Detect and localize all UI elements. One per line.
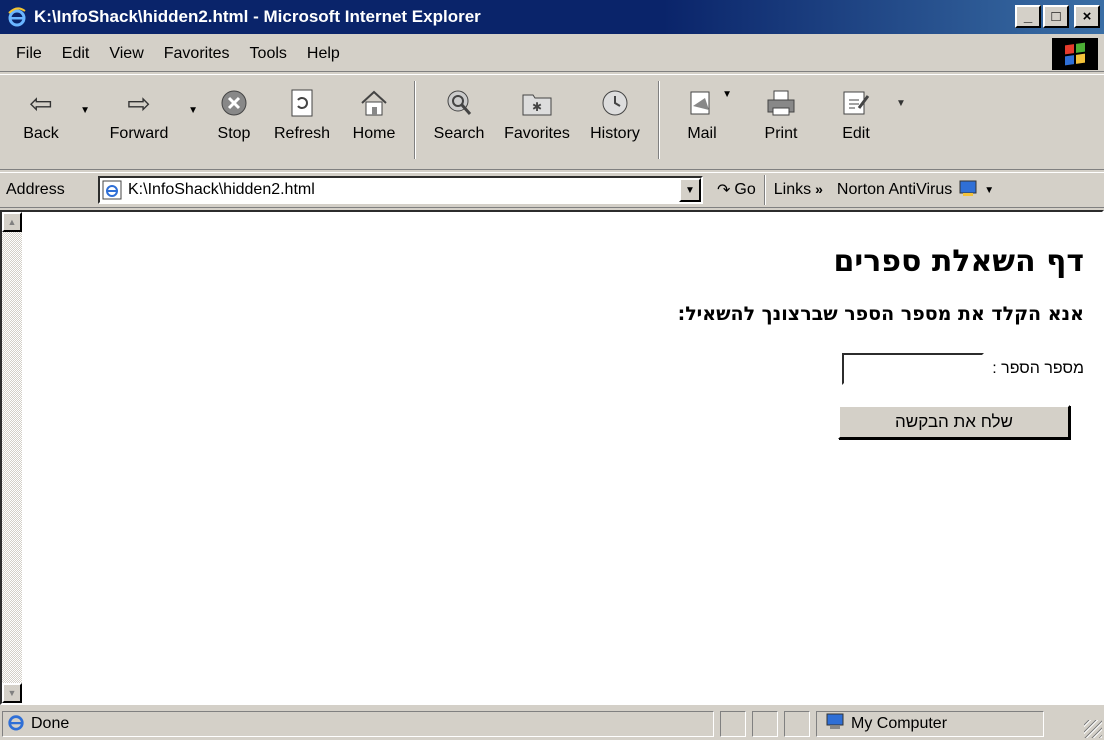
norton-label: Norton AntiVirus — [836, 181, 953, 198]
refresh-icon — [289, 81, 315, 125]
status-cell — [720, 711, 746, 737]
address-input[interactable]: K:\InfoShack\hidden2.html ▼ — [98, 176, 703, 204]
menu-tools[interactable]: Tools — [240, 45, 297, 63]
go-label: Go — [734, 181, 756, 198]
edit-icon — [841, 81, 871, 125]
norton-antivirus-button[interactable]: Norton AntiVirus ▼ — [837, 178, 994, 203]
history-icon — [600, 81, 630, 125]
refresh-button[interactable]: Refresh — [262, 81, 342, 159]
favorites-folder-icon: ✱ — [521, 81, 553, 125]
norton-icon — [958, 178, 978, 203]
favorites-button[interactable]: ✱ Favorites — [494, 81, 580, 159]
mail-button[interactable]: Mail ▼ — [668, 81, 736, 159]
menu-edit[interactable]: Edit — [52, 45, 100, 63]
book-number-label: מספר הספר : — [992, 360, 1084, 377]
home-label: Home — [352, 125, 396, 142]
close-button[interactable]: × — [1074, 5, 1100, 28]
menu-help[interactable]: Help — [297, 45, 350, 63]
page-icon — [102, 180, 122, 200]
links-button[interactable]: Links» — [774, 181, 823, 199]
toolbar-more-button[interactable]: ▼ — [886, 81, 916, 159]
ie-icon — [6, 6, 28, 28]
stop-button[interactable]: Stop — [206, 81, 262, 159]
page-viewport: ▲ ▼ דף השאלת ספרים אנא הקלד את מספר הספר… — [0, 210, 1104, 705]
mail-dropdown-icon[interactable]: ▼ — [722, 89, 732, 100]
links-label: Links — [773, 181, 812, 198]
edit-label: Edit — [842, 125, 870, 142]
address-bar: Address K:\InfoShack\hidden2.html ▼ ↷ Go… — [0, 172, 1104, 208]
page-content: דף השאלת ספרים אנא הקלד את מספר הספר שבר… — [24, 212, 1102, 703]
computer-icon — [825, 713, 845, 736]
home-icon — [359, 81, 389, 125]
address-label: Address — [6, 181, 65, 198]
ie-page-icon — [7, 713, 25, 736]
print-label: Print — [764, 125, 798, 142]
mail-label: Mail — [687, 125, 717, 142]
book-number-row: מספר הספר : — [24, 353, 1084, 385]
submit-request-button[interactable]: שלח את הבקשה — [838, 405, 1070, 439]
home-button[interactable]: Home — [342, 81, 406, 159]
stop-icon — [219, 81, 249, 125]
toolbar-separator — [658, 81, 660, 159]
book-number-input[interactable] — [842, 353, 985, 385]
search-label: Search — [433, 125, 485, 142]
forward-arrow-icon: ⇨ — [127, 87, 151, 119]
forward-button[interactable]: ⇨ Forward ▼ — [96, 81, 198, 159]
forward-dropdown-icon[interactable]: ▼ — [188, 105, 198, 116]
address-dropdown-icon[interactable]: ▼ — [679, 178, 701, 202]
norton-dropdown-icon[interactable]: ▼ — [984, 185, 994, 196]
close-icon: × — [1082, 8, 1092, 25]
minimize-icon: _ — [1023, 8, 1033, 25]
printer-icon — [765, 81, 797, 125]
security-zone: My Computer — [816, 711, 1044, 737]
toolbar-separator — [414, 81, 416, 159]
favorites-label: Favorites — [504, 125, 570, 142]
chevron-right-icon: » — [815, 181, 823, 197]
status-cell — [752, 711, 778, 737]
menu-file[interactable]: File — [0, 45, 52, 63]
edit-button[interactable]: Edit — [826, 81, 886, 159]
back-arrow-icon: ⇦ — [29, 87, 53, 119]
mail-icon — [687, 81, 717, 125]
search-button[interactable]: Search — [424, 81, 494, 159]
back-button[interactable]: ⇦ Back ▼ — [8, 81, 90, 159]
status-cell — [784, 711, 810, 737]
search-icon — [444, 81, 474, 125]
back-label: Back — [23, 125, 59, 142]
zone-label: My Computer — [851, 715, 948, 732]
page-heading: דף השאלת ספרים — [833, 244, 1084, 279]
chevron-down-icon: ▼ — [896, 97, 906, 109]
scroll-up-icon[interactable]: ▲ — [2, 212, 22, 232]
windows-logo-icon — [1052, 38, 1098, 70]
print-button[interactable]: Print — [736, 81, 826, 159]
stop-label: Stop — [217, 125, 251, 142]
maximize-icon: □ — [1051, 8, 1061, 25]
scroll-down-icon[interactable]: ▼ — [2, 683, 22, 703]
status-text: Done — [31, 715, 70, 732]
history-button[interactable]: History — [580, 81, 650, 159]
forward-label: Forward — [109, 125, 169, 142]
standard-toolbar: ⇦ Back ▼ ⇨ Forward ▼ Stop Refresh Home S… — [0, 74, 1104, 170]
title-bar: K:\InfoShack\hidden2.html - Microsoft In… — [0, 0, 1104, 34]
back-dropdown-icon[interactable]: ▼ — [80, 105, 90, 116]
address-separator — [763, 175, 766, 205]
history-label: History — [590, 125, 640, 142]
resize-grip-icon[interactable] — [1084, 720, 1102, 738]
minimize-button[interactable]: _ — [1015, 5, 1041, 28]
status-bar: Done My Computer — [0, 708, 1104, 740]
menu-favorites[interactable]: Favorites — [154, 45, 240, 63]
address-url: K:\InfoShack\hidden2.html — [128, 181, 315, 198]
refresh-label: Refresh — [273, 125, 331, 142]
status-main: Done — [2, 711, 714, 737]
menu-bar: File Edit View Favorites Tools Help — [0, 36, 1104, 72]
go-arrow-icon: ↷ — [717, 182, 731, 199]
vertical-scrollbar[interactable]: ▲ ▼ — [2, 212, 22, 703]
svg-text:✱: ✱ — [532, 100, 542, 114]
maximize-button[interactable]: □ — [1043, 5, 1069, 28]
menu-view[interactable]: View — [99, 45, 153, 63]
go-button[interactable]: ↷ Go — [717, 180, 756, 200]
window-title: K:\InfoShack\hidden2.html - Microsoft In… — [34, 7, 481, 26]
page-subheading: אנא הקלד את מספר הספר שברצונך להשאיל: — [677, 303, 1084, 325]
